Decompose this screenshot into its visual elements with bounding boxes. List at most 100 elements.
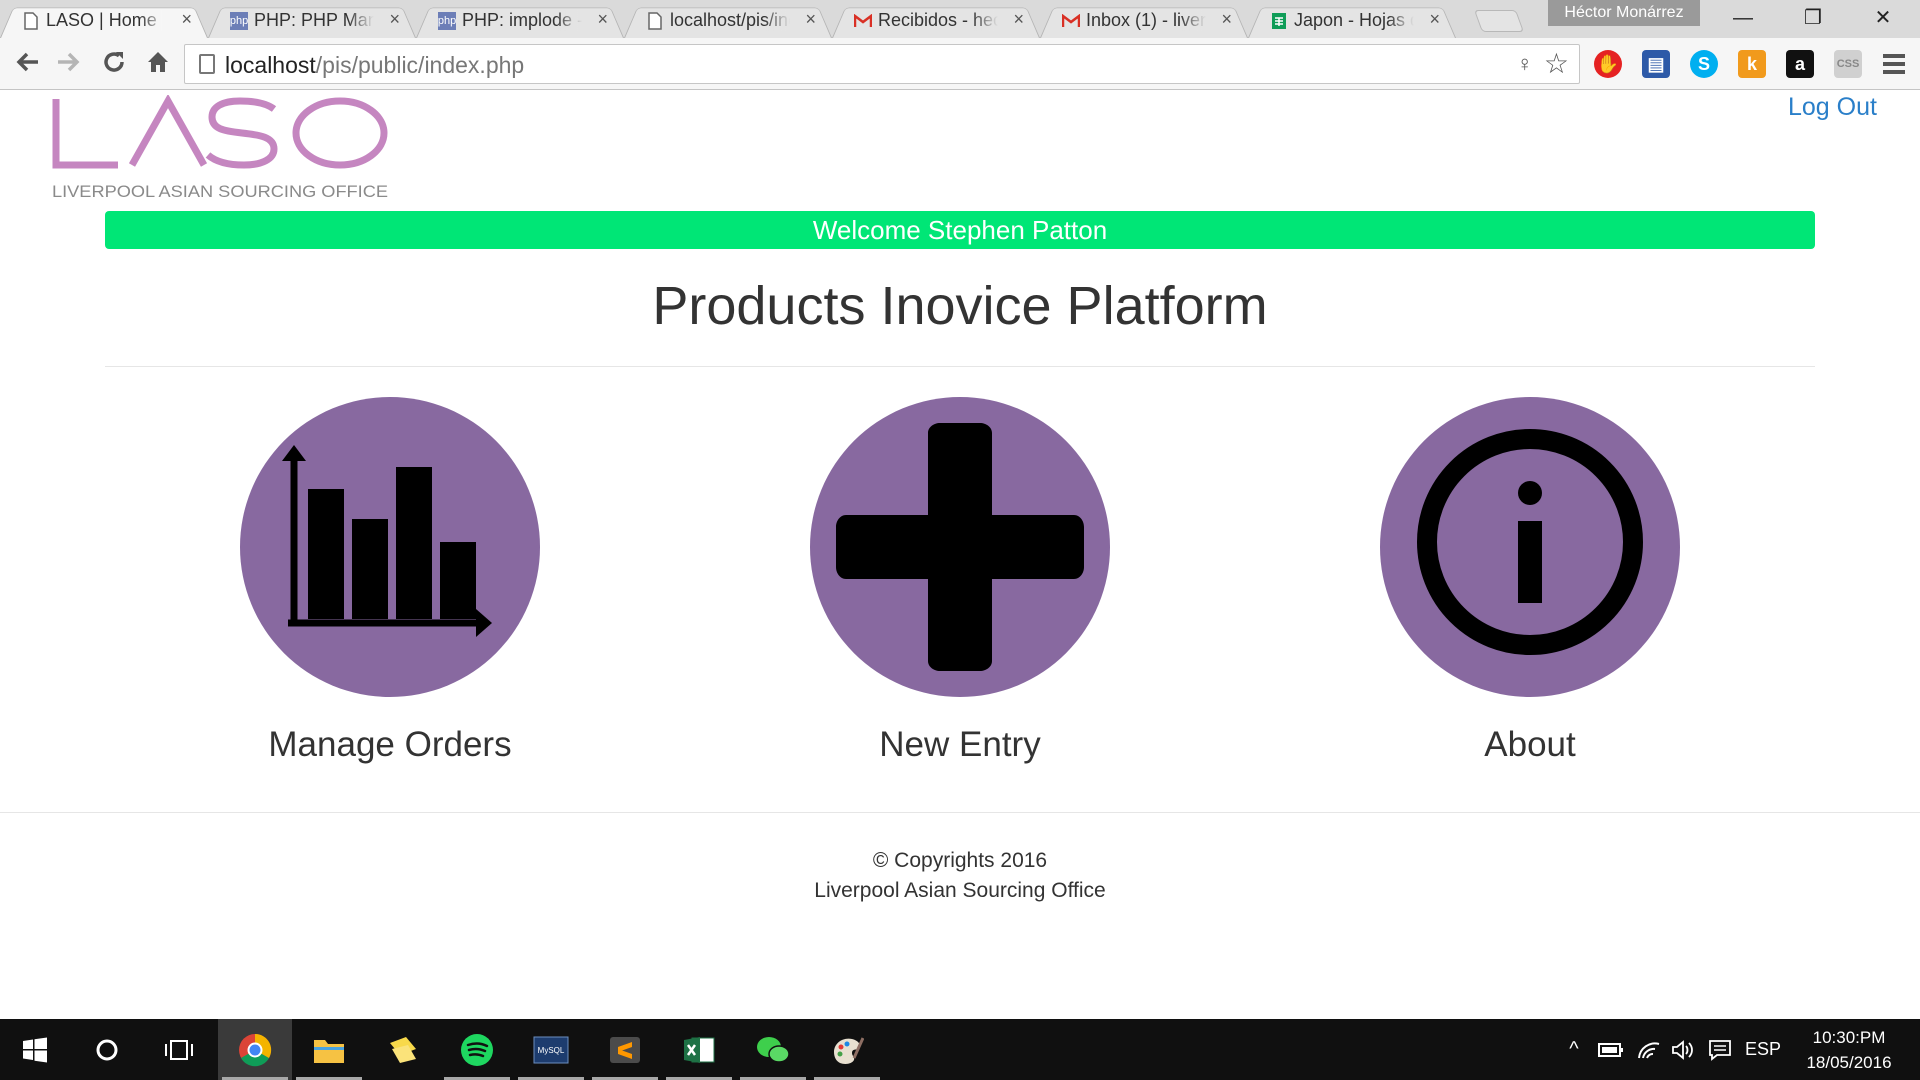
manage-orders-button[interactable] xyxy=(240,397,540,697)
volume-icon[interactable] xyxy=(1668,1019,1698,1080)
adblock-icon[interactable]: ✋ xyxy=(1594,50,1622,78)
sticky-notes-icon xyxy=(390,1036,416,1063)
taskbar-spotify[interactable] xyxy=(440,1019,514,1080)
new-tab-button[interactable] xyxy=(1473,10,1525,32)
logo-tagline: LIVERPOOL ASIAN SOURCING OFFICE xyxy=(52,182,388,201)
taskbar-sticky-notes[interactable] xyxy=(366,1019,440,1080)
excel-icon xyxy=(684,1036,715,1063)
sheets-icon xyxy=(1270,12,1288,30)
clock-time: 10:30:PM xyxy=(1812,1028,1886,1047)
about-card[interactable]: About xyxy=(1380,397,1680,777)
close-icon[interactable]: × xyxy=(597,9,608,30)
action-center-icon[interactable] xyxy=(1704,1019,1736,1080)
folder-icon xyxy=(314,1039,344,1063)
page-title: Products Inovice Platform xyxy=(652,276,1268,336)
close-icon[interactable]: × xyxy=(181,9,192,30)
battery-icon[interactable] xyxy=(1596,1019,1626,1080)
browser-tab-gmail-inbox[interactable]: Inbox (1) - liverpool × xyxy=(1040,2,1248,38)
language-indicator[interactable]: ESP xyxy=(1742,1019,1784,1080)
home-icon xyxy=(148,52,168,72)
taskbar-clock[interactable]: 10:30:PM 18/05/2016 xyxy=(1790,1025,1908,1075)
about-label[interactable]: About xyxy=(1320,725,1740,765)
cortana-icon xyxy=(96,1039,118,1060)
browser-tab-localhost[interactable]: localhost/pis/index × xyxy=(624,2,832,38)
minimize-button[interactable]: — xyxy=(1714,0,1772,36)
taskbar-mysql[interactable]: MySQL xyxy=(514,1019,588,1080)
k-extension-icon[interactable]: k xyxy=(1738,50,1766,78)
wifi-icon[interactable] xyxy=(1634,1019,1664,1080)
taskbar-wechat[interactable] xyxy=(736,1019,810,1080)
key-icon[interactable]: ♀ xyxy=(1517,51,1534,77)
browser-titlebar: LASO | Home × php PHP: PHP Manual × php … xyxy=(0,0,1920,38)
address-bar[interactable]: localhost/pis/public/index.php ♀ ☆ xyxy=(184,44,1580,84)
taskbar-excel[interactable] xyxy=(662,1019,736,1080)
wechat-icon xyxy=(757,1036,790,1063)
chrome-icon xyxy=(239,1033,272,1066)
about-button[interactable] xyxy=(1380,397,1680,697)
new-entry-card[interactable]: New Entry xyxy=(810,397,1110,777)
footer-divider xyxy=(0,812,1920,813)
page-icon xyxy=(22,12,40,30)
paint-icon xyxy=(834,1036,864,1064)
footer: © Copyrights 2016 Liverpool Asian Sourci… xyxy=(0,846,1920,906)
browser-tab-sheets[interactable]: Japon - Hojas de cálculo × xyxy=(1248,2,1456,38)
company-name: Liverpool Asian Sourcing Office xyxy=(814,879,1106,902)
new-entry-label[interactable]: New Entry xyxy=(750,725,1170,765)
restore-button[interactable]: ❐ xyxy=(1784,0,1842,36)
bar-chart-icon xyxy=(282,445,492,637)
new-entry-button[interactable] xyxy=(810,397,1110,697)
chrome-menu-button[interactable] xyxy=(1880,50,1908,78)
close-icon[interactable]: × xyxy=(1221,9,1232,30)
back-button[interactable] xyxy=(12,48,44,80)
profile-button[interactable]: Héctor Monárrez xyxy=(1548,0,1700,26)
reload-icon xyxy=(104,52,124,72)
logout-link[interactable]: Log Out xyxy=(1788,93,1877,122)
amazon-icon[interactable]: a xyxy=(1786,50,1814,78)
tab-title: Japon - Hojas de cálculo xyxy=(1294,10,1414,31)
url-text[interactable]: localhost/pis/public/index.php xyxy=(225,52,524,79)
skype-icon[interactable]: S xyxy=(1690,50,1718,78)
show-hidden-icons-button[interactable]: ^ xyxy=(1560,1019,1588,1080)
task-view-icon xyxy=(165,1039,193,1060)
taskbar-file-explorer[interactable] xyxy=(292,1019,366,1080)
close-window-button[interactable]: ✕ xyxy=(1854,0,1912,36)
reader-icon[interactable]: ▤ xyxy=(1642,50,1670,78)
taskbar-sublime[interactable] xyxy=(588,1019,662,1080)
taskbar-paint[interactable] xyxy=(810,1019,884,1080)
forward-button[interactable] xyxy=(52,48,84,80)
tab-title: Inbox (1) - liverpool xyxy=(1086,10,1206,31)
gmail-icon xyxy=(854,12,872,30)
title-divider xyxy=(105,366,1815,367)
bookmark-star-icon[interactable]: ☆ xyxy=(1544,47,1569,80)
browser-tab-gmail-recibidos[interactable]: Recibidos - hector × xyxy=(832,2,1040,38)
mysql-workbench-icon: MySQL xyxy=(533,1036,569,1063)
spotify-icon xyxy=(461,1033,493,1066)
info-icon xyxy=(1417,429,1643,655)
close-icon[interactable]: × xyxy=(389,9,400,30)
close-icon[interactable]: × xyxy=(805,9,816,30)
task-view-button[interactable] xyxy=(144,1019,214,1080)
svg-text:MySQL: MySQL xyxy=(538,1046,565,1055)
arrow-right-icon xyxy=(58,52,80,72)
browser-tab-php-manual[interactable]: php PHP: PHP Manual × xyxy=(208,2,416,38)
laso-logo: LIVERPOOL ASIAN SOURCING OFFICE xyxy=(50,93,390,203)
start-button[interactable] xyxy=(0,1019,70,1080)
manage-orders-card[interactable]: Manage Orders xyxy=(240,397,540,777)
page-content: LIVERPOOL ASIAN SOURCING OFFICE Log Out … xyxy=(0,91,1920,1019)
cortana-button[interactable] xyxy=(72,1019,142,1080)
close-icon[interactable]: × xyxy=(1429,9,1440,30)
home-button[interactable] xyxy=(142,48,174,80)
css-icon[interactable]: CSS xyxy=(1834,50,1862,78)
page-icon xyxy=(199,54,215,74)
welcome-banner: Welcome Stephen Patton xyxy=(105,211,1815,249)
manage-orders-label[interactable]: Manage Orders xyxy=(180,725,600,765)
browser-tab-php-implode[interactable]: php PHP: implode - Manual × xyxy=(416,2,624,38)
browser-tab-laso-home[interactable]: LASO | Home × xyxy=(0,2,208,38)
reload-button[interactable] xyxy=(98,48,130,80)
clock-date: 18/05/2016 xyxy=(1806,1053,1892,1072)
tab-title: LASO | Home xyxy=(46,10,166,31)
tab-title: PHP: implode - Manual xyxy=(462,10,582,31)
close-icon[interactable]: × xyxy=(1013,9,1024,30)
php-icon: php xyxy=(230,12,248,30)
taskbar-chrome[interactable] xyxy=(218,1019,292,1080)
